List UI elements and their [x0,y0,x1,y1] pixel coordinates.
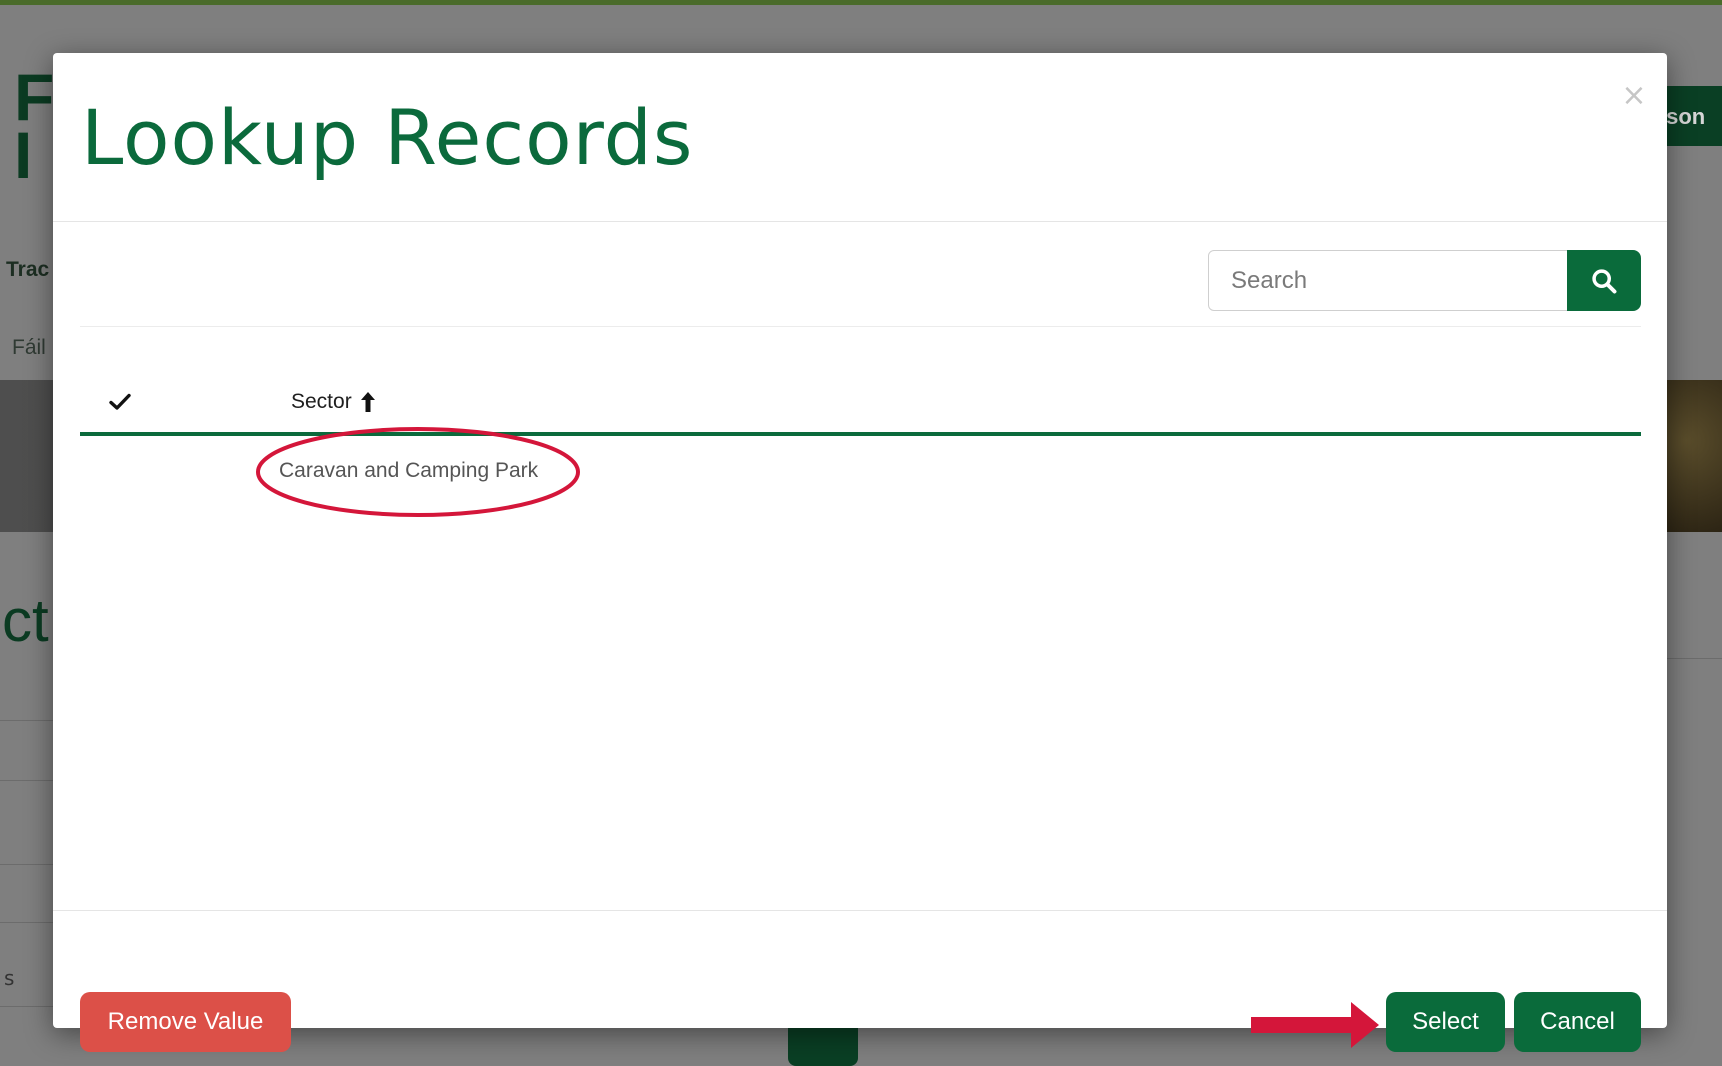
background-divider [0,780,60,781]
cancel-button[interactable]: Cancel [1514,992,1641,1052]
check-icon [109,393,131,410]
background-logo-line2: I [14,118,33,192]
cell-sector: Caravan and Camping Park [279,459,539,482]
remove-value-button[interactable]: Remove Value [80,992,291,1052]
table-row[interactable]: Caravan and Camping Park [80,440,1641,500]
background-divider [1662,658,1722,659]
close-icon[interactable]: × [1619,81,1649,111]
background-logo: F I [14,64,54,192]
select-all-toggle[interactable] [108,390,132,414]
background-header-button: ison [1660,86,1722,146]
background-divider [0,720,60,721]
background-divider [0,922,60,923]
column-header-label: Sector [291,390,352,413]
background-banner-image-edge [1662,380,1722,532]
search-button[interactable] [1567,250,1641,311]
background-language-link: Fáil [12,336,46,359]
grid-header: Sector [80,356,1641,436]
search-icon [1592,268,1617,293]
modal-header: Lookup Records × [53,53,1667,222]
background-nav-item: Trac [6,258,50,281]
column-header-sector[interactable]: Sector [291,390,376,414]
toolbar-divider [80,326,1641,327]
background-top-line [0,0,1722,5]
background-divider [0,1006,60,1007]
background-divider [0,864,60,865]
search-group [1208,250,1641,311]
select-button[interactable]: Select [1386,992,1505,1052]
modal-title: Lookup Records [81,93,694,182]
background-page-heading: ct [2,587,49,654]
search-input[interactable] [1208,250,1568,311]
lookup-records-modal: Lookup Records × Sector Caravan and Camp… [53,53,1667,1052]
background-text-fragment: s [4,966,15,990]
arrow-up-icon [360,392,375,412]
